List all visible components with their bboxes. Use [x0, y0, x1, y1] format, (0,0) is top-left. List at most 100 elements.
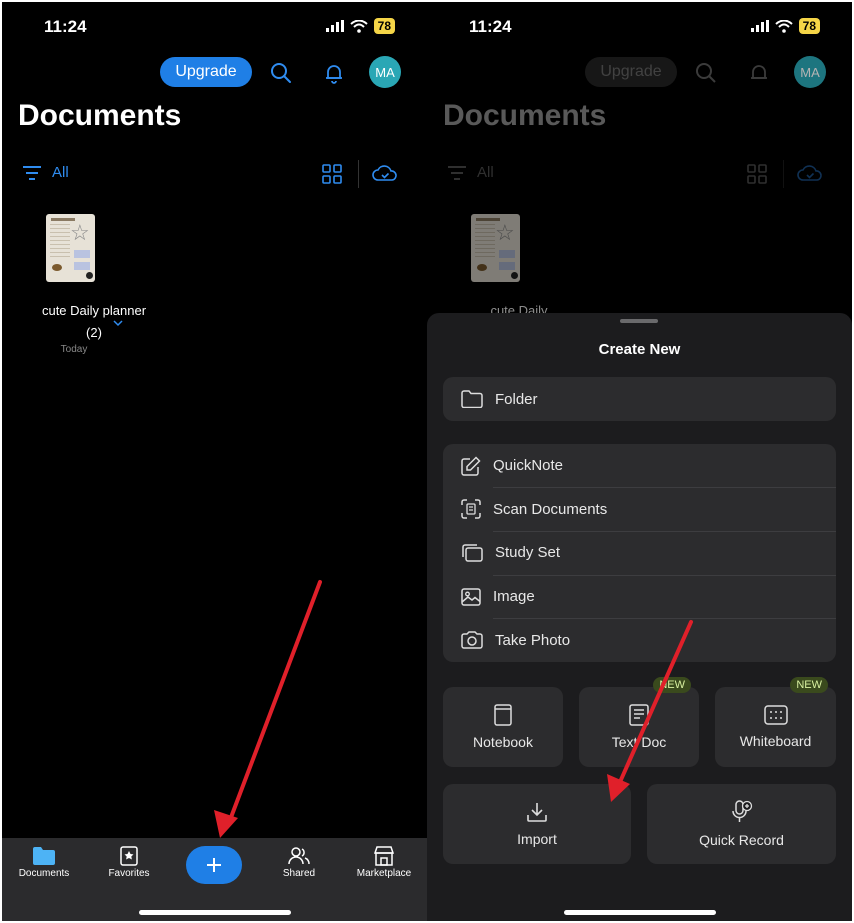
- avatar[interactable]: MA: [369, 56, 401, 88]
- pencil-square-icon: [461, 456, 481, 476]
- row-label: Image: [493, 588, 535, 606]
- create-new-sheet: Create New Folder QuickNote Scan Documen…: [427, 313, 852, 921]
- tab-favorites[interactable]: Favorites: [89, 846, 169, 879]
- page-title: Documents: [443, 99, 607, 132]
- planner-preview: ☆: [46, 214, 95, 282]
- row-label: Folder: [495, 390, 538, 408]
- filter-button[interactable]: All: [447, 164, 494, 181]
- status-icons: 78: [750, 18, 820, 34]
- create-new-button[interactable]: [186, 846, 242, 884]
- tile-label: Import: [517, 831, 557, 847]
- signal-icon: [325, 20, 344, 32]
- sheet-grabber[interactable]: [620, 319, 658, 323]
- status-bar: 11:24 78: [427, 2, 852, 52]
- tab-label: Documents: [18, 868, 70, 879]
- tab-documents[interactable]: Documents: [4, 846, 84, 879]
- notebook-icon: [494, 704, 512, 726]
- upgrade-button[interactable]: Upgrade: [160, 57, 252, 87]
- avatar[interactable]: MA: [794, 56, 826, 88]
- sheet-title: Create New: [598, 341, 681, 358]
- tab-marketplace[interactable]: Marketplace: [344, 846, 424, 879]
- filter-icon: [448, 165, 466, 180]
- cloud-sync-icon[interactable]: [797, 164, 823, 189]
- import-button[interactable]: Import: [443, 784, 631, 864]
- document-thumbnail[interactable]: ☆: [471, 214, 531, 282]
- tab-label: Favorites: [108, 868, 150, 879]
- row-label: Study Set: [495, 544, 561, 562]
- grid-view-icon[interactable]: [322, 164, 342, 189]
- top-bar: Upgrade: [427, 56, 852, 90]
- new-badge: NEW: [653, 677, 691, 693]
- page-title: Documents: [18, 99, 182, 132]
- phone-screen-documents: 11:24 78 Upgrade MA Documents All ☆ cute…: [2, 2, 427, 921]
- people-icon: [288, 847, 310, 865]
- battery-indicator: 78: [798, 18, 820, 34]
- image-icon: [461, 587, 481, 606]
- filter-button[interactable]: All: [22, 164, 69, 181]
- quick-record-button[interactable]: Quick Record: [647, 784, 836, 864]
- upgrade-button[interactable]: Upgrade: [585, 57, 677, 87]
- row-label: Scan Documents: [493, 500, 608, 518]
- star-bookmark-icon: [120, 846, 138, 866]
- screenshot-stage: 11:24 78 Upgrade MA Documents All ☆ cute…: [0, 0, 854, 923]
- chevron-down-icon[interactable]: [113, 314, 123, 332]
- folder-outline-icon: [461, 390, 483, 408]
- status-icons: 78: [325, 18, 395, 34]
- toolbar-divider: [358, 160, 359, 188]
- download-icon: [527, 803, 547, 822]
- scan-icon: [461, 499, 481, 520]
- planner-preview: ☆: [471, 214, 520, 282]
- bell-icon[interactable]: [746, 60, 772, 86]
- create-text-doc-button[interactable]: NEW Text Doc: [579, 677, 699, 767]
- wifi-icon: [349, 19, 368, 33]
- whiteboard-icon: [763, 705, 788, 725]
- create-study-set-button[interactable]: Study Set: [443, 531, 836, 575]
- tab-label: Marketplace: [356, 868, 412, 879]
- phone-screen-create-new: 11:24 78 Upgrade MA Documents All ☆ cute…: [427, 2, 852, 921]
- filter-bar: All: [427, 160, 852, 192]
- signal-icon: [750, 20, 769, 32]
- grid-view-icon[interactable]: [747, 164, 767, 189]
- create-scan-documents-button[interactable]: Scan Documents: [443, 488, 836, 532]
- create-image-button[interactable]: Image: [443, 575, 836, 619]
- document-name[interactable]: cute Daily planner (2): [39, 300, 149, 344]
- mic-plus-icon: [731, 800, 752, 822]
- tab-label: Shared: [282, 868, 316, 879]
- create-take-photo-button[interactable]: Take Photo: [443, 618, 836, 662]
- tab-shared[interactable]: Shared: [259, 846, 339, 879]
- filter-label: All: [477, 164, 494, 181]
- cloud-sync-icon[interactable]: [372, 164, 398, 189]
- cards-icon: [462, 544, 483, 562]
- annotation-arrow: [214, 580, 322, 838]
- tile-label: Notebook: [473, 734, 533, 750]
- status-time: 11:24: [44, 17, 87, 36]
- wifi-icon: [774, 19, 793, 33]
- battery-indicator: 78: [373, 18, 395, 34]
- tile-label: Text Doc: [611, 734, 667, 750]
- top-bar: Upgrade MA: [2, 56, 427, 90]
- status-time: 11:24: [469, 17, 512, 36]
- home-indicator: [564, 910, 716, 915]
- status-bar: 11:24 78: [2, 2, 427, 52]
- document-thumbnail[interactable]: ☆: [46, 214, 106, 282]
- create-notebook-button[interactable]: Notebook: [443, 687, 563, 767]
- folder-icon: [33, 847, 55, 865]
- filter-icon: [23, 165, 41, 180]
- create-quicknote-button[interactable]: QuickNote: [443, 444, 836, 488]
- toolbar-divider: [783, 160, 784, 188]
- bell-icon[interactable]: [321, 60, 347, 86]
- create-folder-button[interactable]: Folder: [443, 377, 836, 421]
- new-badge: NEW: [790, 677, 828, 693]
- home-indicator: [139, 910, 291, 915]
- search-icon[interactable]: [268, 60, 294, 86]
- create-options-list: QuickNote Scan Documents Study Set Image: [443, 444, 836, 662]
- search-icon[interactable]: [693, 60, 719, 86]
- tile-label: Quick Record: [699, 832, 784, 848]
- tab-bar: Documents Favorites Shared Marketplace: [2, 838, 427, 921]
- create-whiteboard-button[interactable]: NEW Whiteboard: [715, 677, 836, 767]
- plus-icon: [207, 858, 221, 872]
- row-label: QuickNote: [493, 457, 564, 475]
- row-label: Take Photo: [495, 631, 571, 649]
- tile-label: Whiteboard: [739, 733, 812, 749]
- store-icon: [373, 846, 395, 866]
